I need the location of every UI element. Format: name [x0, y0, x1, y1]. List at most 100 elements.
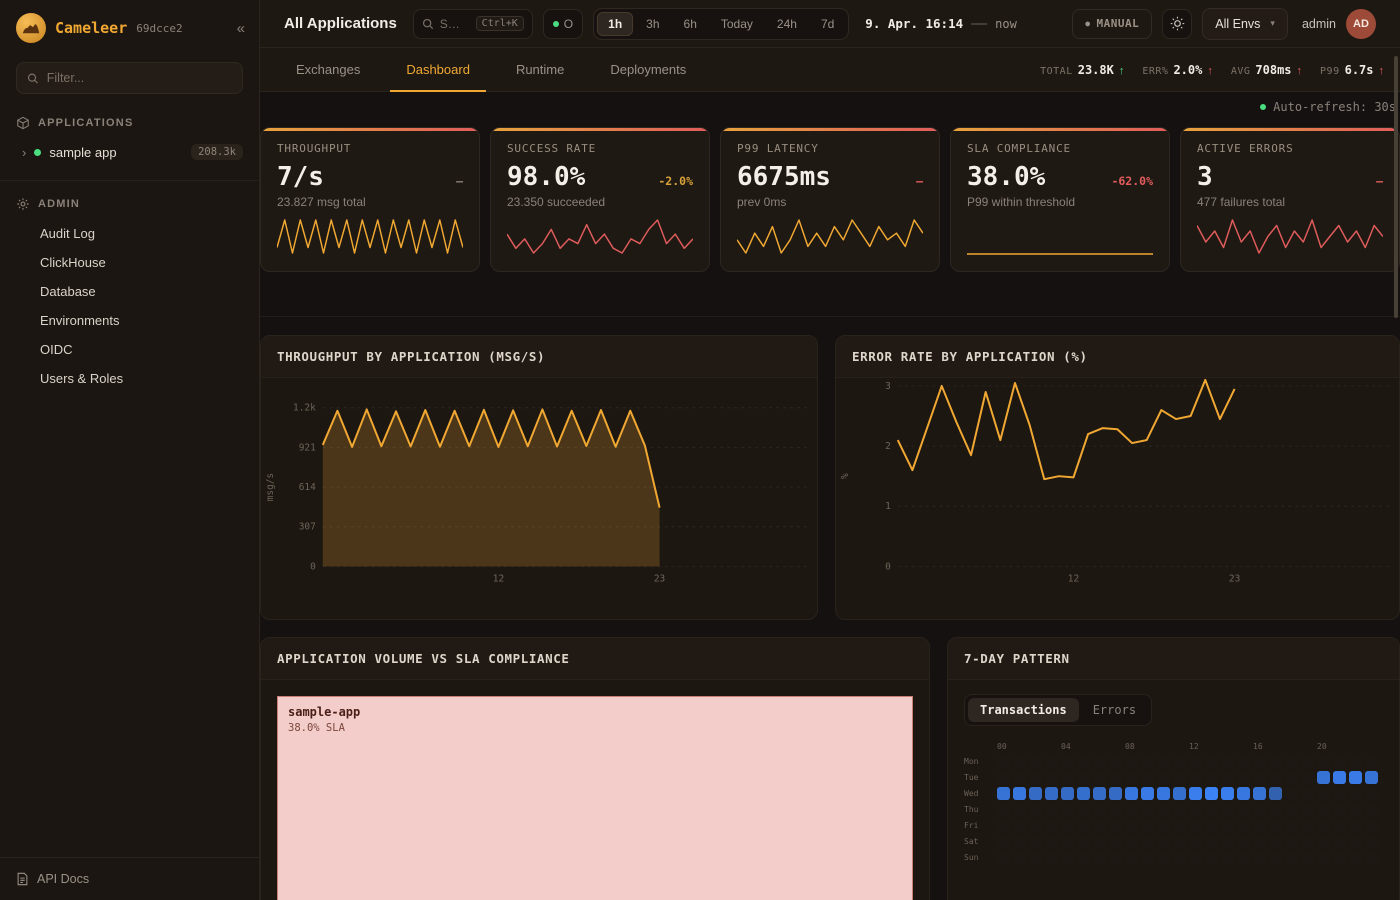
heatmap-cell	[1333, 755, 1346, 768]
heatmap-cell	[1173, 803, 1186, 816]
heatmap-cell	[1109, 787, 1122, 800]
heatmap-cell	[1333, 835, 1346, 848]
env-select[interactable]: All Envs ▾	[1202, 8, 1288, 40]
svg-text:1.2k: 1.2k	[293, 403, 316, 414]
app-root: Cameleer 69dcce2 « APPLICATIONS › sample…	[0, 0, 1400, 900]
heatmap-cell	[1173, 819, 1186, 832]
heatmap-cell	[1269, 851, 1282, 864]
avatar[interactable]: AD	[1346, 9, 1376, 39]
heatmap-cell	[1157, 803, 1170, 816]
kpi-delta: –	[1376, 174, 1383, 188]
heatmap-cell	[997, 755, 1010, 768]
manual-refresh-button[interactable]: ● MANUAL	[1072, 9, 1152, 39]
svg-text:%: %	[840, 473, 851, 479]
heatmap-cell	[1125, 835, 1138, 848]
heatmap-cell	[1141, 819, 1154, 832]
heatmap-cell	[1253, 755, 1266, 768]
kpi-sparkline	[1197, 215, 1383, 257]
tab-runtime[interactable]: Runtime	[500, 48, 580, 91]
heatmap-cell	[1269, 803, 1282, 816]
sidebar-item-users-roles[interactable]: Users & Roles	[0, 364, 259, 393]
range-3h[interactable]: 3h	[635, 12, 670, 36]
heatmap-hour-label	[1077, 742, 1090, 752]
kpi-delta: –	[916, 174, 923, 188]
tab-exchanges[interactable]: Exchanges	[280, 48, 376, 91]
heatmap-cell	[1253, 851, 1266, 864]
stat-avg: AVG 708ms ↑	[1231, 63, 1302, 77]
heatmap-cell	[1061, 771, 1074, 784]
live-status-dot	[553, 21, 559, 27]
heatmap-cell	[1093, 803, 1106, 816]
range-today[interactable]: Today	[710, 12, 764, 36]
toggle-errors[interactable]: Errors	[1081, 698, 1148, 722]
heatmap-cell	[1109, 803, 1122, 816]
sidebar-filter[interactable]	[16, 62, 243, 94]
heatmap-cell	[1333, 787, 1346, 800]
svg-text:1: 1	[885, 501, 891, 512]
heatmap-cell	[1285, 835, 1298, 848]
heatmap-cell	[1253, 819, 1266, 832]
main-area: All Applications S… Ctrl+K O 1h 3h 6h To…	[260, 0, 1400, 900]
heatmap-cell	[1205, 835, 1218, 848]
filter-input[interactable]	[47, 71, 232, 85]
scrollbar-thumb[interactable]	[1394, 56, 1398, 318]
app-status-dot	[34, 149, 41, 156]
treemap-node-sample-app[interactable]: sample-app 38.0% SLA	[277, 696, 913, 900]
svg-text:12: 12	[1068, 573, 1079, 584]
manual-label: MANUAL	[1097, 17, 1140, 30]
sidebar-collapse-icon[interactable]: «	[237, 20, 245, 37]
heatmap-cell	[1093, 755, 1106, 768]
svg-text:0: 0	[885, 561, 891, 572]
heatmap-cell	[1125, 787, 1138, 800]
heatmap-hour-label	[1237, 742, 1250, 752]
heatmap-cell	[1205, 851, 1218, 864]
svg-text:307: 307	[299, 522, 316, 533]
heatmap-cell	[1077, 787, 1090, 800]
datetime-value[interactable]: 9. Apr. 16:14	[865, 16, 963, 31]
panel-title: THROUGHPUT BY APPLICATION (MSG/S)	[261, 336, 817, 378]
heatmap-cell	[1189, 803, 1202, 816]
kpi-sparkline	[967, 215, 1153, 257]
sidebar-item-audit-log[interactable]: Audit Log	[0, 219, 259, 248]
kpi-sparkline	[507, 215, 693, 257]
heatmap-cell	[1333, 803, 1346, 816]
heatmap-cell	[1109, 755, 1122, 768]
sidebar-api-docs[interactable]: API Docs	[0, 857, 259, 900]
heatmap-cell	[1221, 771, 1234, 784]
range-1h[interactable]: 1h	[597, 12, 633, 36]
env-select-value: All Envs	[1215, 17, 1260, 31]
topbar: All Applications S… Ctrl+K O 1h 3h 6h To…	[260, 0, 1400, 48]
kpi-value: 3	[1197, 162, 1213, 192]
live-indicator[interactable]: O	[543, 9, 583, 39]
theme-toggle-button[interactable]	[1162, 9, 1192, 39]
range-24h[interactable]: 24h	[766, 12, 808, 36]
tab-deployments[interactable]: Deployments	[594, 48, 702, 91]
heatmap-cell	[1269, 771, 1282, 784]
kpi-title: P99 LATENCY	[737, 142, 923, 155]
sidebar-item-clickhouse[interactable]: ClickHouse	[0, 248, 259, 277]
heatmap-cell	[1093, 819, 1106, 832]
heatmap-day-label: Fri	[964, 819, 994, 832]
charts-row: THROUGHPUT BY APPLICATION (MSG/S) 030761…	[260, 335, 1400, 620]
applications-section-header: APPLICATIONS	[0, 108, 259, 138]
range-6h[interactable]: 6h	[673, 12, 708, 36]
heatmap-hour-label: 20	[1317, 742, 1330, 752]
tab-dashboard[interactable]: Dashboard	[390, 48, 486, 91]
sidebar-item-environments[interactable]: Environments	[0, 306, 259, 335]
camel-logo-icon	[22, 21, 40, 35]
sidebar-item-oidc[interactable]: OIDC	[0, 335, 259, 364]
heatmap-cell	[1029, 851, 1042, 864]
dashboard-content: Auto-refresh: 30s THROUGHPUT 7/s– 23.827…	[260, 92, 1400, 900]
global-search[interactable]: S… Ctrl+K	[413, 9, 533, 39]
range-7d[interactable]: 7d	[810, 12, 845, 36]
heatmap-cell	[1365, 755, 1378, 768]
heatmap-cell	[1301, 803, 1314, 816]
now-label[interactable]: now	[995, 17, 1017, 31]
heatmap-cell	[1317, 835, 1330, 848]
heatmap-cell	[1365, 787, 1378, 800]
toggle-transactions[interactable]: Transactions	[968, 698, 1079, 722]
heatmap-hour-label	[1013, 742, 1026, 752]
sidebar-item-sample-app[interactable]: › sample app 208.3k	[0, 138, 259, 166]
api-docs-label: API Docs	[37, 872, 89, 886]
sidebar-item-database[interactable]: Database	[0, 277, 259, 306]
